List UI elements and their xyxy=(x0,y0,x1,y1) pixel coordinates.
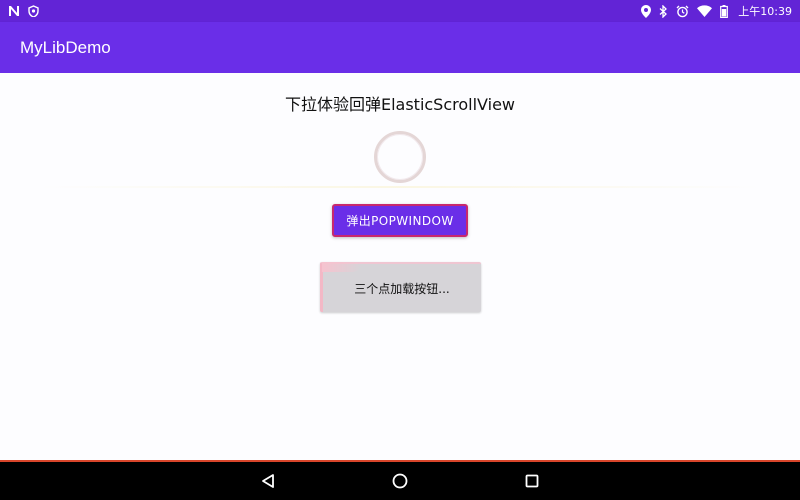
status-bar-left xyxy=(8,5,39,17)
alarm-icon xyxy=(676,5,689,18)
navigation-bar xyxy=(0,460,800,500)
recents-icon[interactable] xyxy=(522,471,542,491)
back-icon[interactable] xyxy=(258,471,278,491)
status-bar-right: 上午10:39 xyxy=(641,3,792,19)
bluetooth-icon xyxy=(659,4,668,18)
wifi-icon xyxy=(697,5,713,17)
location-icon xyxy=(641,4,652,18)
loading-spinner-icon xyxy=(374,131,426,183)
app-title: MyLibDemo xyxy=(20,37,111,57)
status-bar: 上午10:39 xyxy=(0,0,800,22)
status-time: 上午10:39 xyxy=(738,5,792,18)
battery-icon xyxy=(720,4,729,18)
n-notification-icon xyxy=(8,5,20,17)
page-heading: 下拉体验回弹ElasticScrollView xyxy=(284,95,516,114)
show-popwindow-button[interactable]: 弹出POPWINDOW xyxy=(332,204,468,237)
main-content[interactable]: 下拉体验回弹ElasticScrollView 弹出POPWINDOW 三个点加… xyxy=(0,73,800,460)
shield-notification-icon xyxy=(28,5,39,17)
app-bar: MyLibDemo xyxy=(0,22,800,73)
divider xyxy=(40,186,760,188)
screen: 上午10:39 MyLibDemo 下拉体验回弹ElasticScrollVie… xyxy=(0,0,800,500)
home-icon[interactable] xyxy=(390,471,410,491)
ripple-accent xyxy=(322,262,362,272)
